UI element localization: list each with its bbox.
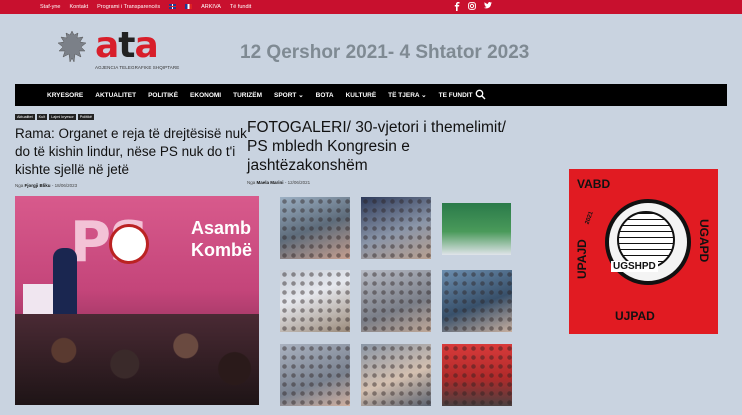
author-prefix: Nga [247, 180, 256, 185]
gallery-article-title[interactable]: FOTOGALERI/ 30-vjetori i themelimit/ PS … [247, 118, 517, 175]
search-icon[interactable] [475, 89, 486, 100]
gallery-thumbnail[interactable] [442, 344, 512, 406]
audience [15, 314, 259, 405]
main-article-image[interactable]: PS Asamb Kombë [15, 196, 259, 405]
main-article-meta: Nga Fjorgji Bliku - 18/06/2023 [15, 183, 78, 188]
nav-item-te-tjera[interactable]: TË TJERA ⌄ [382, 91, 432, 99]
site-logo[interactable]: ata AGJENCIA TELEGRAFIKE SHQIPTARE [57, 25, 179, 75]
top-link-staff[interactable]: Staf-yne [40, 4, 60, 10]
gallery-thumbnail[interactable] [280, 270, 350, 332]
facebook-icon[interactable] [454, 2, 460, 11]
nav-item-turizem[interactable]: TURIZËM [227, 92, 268, 99]
gallery-article-meta: Nga Maela Marini - 12/06/2021 [247, 180, 311, 185]
logo-wordmark: ata [95, 25, 159, 66]
eagle-emblem-icon [57, 30, 87, 63]
main-nav: KRYESORE AKTUALITET POLITIKË EKONOMI TUR… [15, 84, 727, 106]
gallery-thumbnail[interactable] [442, 203, 511, 255]
top-links: Staf-yne Kontakt Programi i Transparencë… [40, 4, 251, 10]
nav-item-kulture[interactable]: KULTURË [340, 92, 383, 99]
top-link-contact[interactable]: Kontakt [69, 4, 88, 10]
top-link-latest[interactable]: Të fundit [230, 4, 251, 10]
nav-item-te-fundit[interactable]: TE FUNDIT [433, 92, 479, 99]
ad-text-center: UGSHPD [611, 261, 658, 272]
top-bar: Staf-yne Kontakt Programi i Transparencë… [0, 0, 742, 14]
gallery-thumbnail[interactable] [361, 197, 431, 259]
instagram-icon[interactable] [468, 2, 476, 10]
gallery-thumbnail[interactable] [361, 270, 431, 332]
gallery-thumbnail[interactable] [280, 344, 350, 406]
tag-politike[interactable]: Politikë [77, 114, 94, 120]
twitter-icon[interactable] [484, 2, 492, 9]
nav-item-aktualitet[interactable]: AKTUALITET [89, 92, 142, 99]
article-date: 18/06/2023 [54, 183, 78, 188]
tag-aktualitet[interactable]: Aktualitet [15, 114, 35, 120]
social-links [454, 2, 492, 11]
nav-item-politike[interactable]: POLITIKË [142, 92, 184, 99]
top-link-transparency[interactable]: Programi i Transparencës [97, 4, 160, 10]
gallery-thumbnail[interactable] [361, 344, 431, 406]
gallery-thumbnail[interactable] [280, 197, 350, 259]
ad-text-right: UGAPD [697, 219, 711, 263]
ps-logo-icon [109, 224, 149, 264]
ad-text-year: 2021 [584, 210, 595, 226]
header-date-range: 12 Qershor 2021- 4 Shtator 2023 [240, 42, 530, 63]
nav-item-kryesore[interactable]: KRYESORE [15, 92, 89, 99]
article-date: 12/06/2021 [287, 180, 311, 185]
top-link-archive[interactable]: ARKIVA [201, 4, 221, 10]
author-name[interactable]: Fjorgji Bliku [25, 183, 51, 188]
ad-text-left: UPAJD [575, 239, 589, 279]
speaker-figure [53, 248, 77, 318]
ad-text-top: VABD [577, 177, 611, 191]
fr-flag-icon[interactable] [185, 4, 193, 9]
article-tags: Aktualitet Kult Lajmi kryesor Politikë [15, 114, 94, 120]
sidebar-ad-banner[interactable]: VABD 2021 UGSHPD UPAJD UGAPD UJPAD [569, 169, 718, 334]
backdrop-text-asamb: Asamb [191, 218, 252, 238]
tag-lajmi-kryesor[interactable]: Lajmi kryesor [49, 114, 76, 120]
logo-subtitle: AGJENCIA TELEGRAFIKE SHQIPTARE [95, 65, 180, 70]
gallery-thumbnail[interactable] [442, 270, 512, 332]
nav-item-sport[interactable]: SPORT ⌄ [268, 91, 310, 99]
uk-flag-icon[interactable] [169, 4, 177, 9]
author-prefix: Nga [15, 183, 24, 188]
tag-kult[interactable]: Kult [36, 114, 48, 120]
ad-text-bottom: UJPAD [615, 309, 655, 323]
nav-item-bota[interactable]: BOTA [310, 92, 340, 99]
nav-item-ekonomi[interactable]: EKONOMI [184, 92, 227, 99]
photo-gallery [280, 197, 512, 407]
author-name[interactable]: Maela Marini [257, 180, 284, 185]
main-article-title[interactable]: Rama: Organet e reja të drejtësisë nuk d… [15, 125, 259, 179]
backdrop-text-kombe: Kombë [191, 240, 253, 260]
